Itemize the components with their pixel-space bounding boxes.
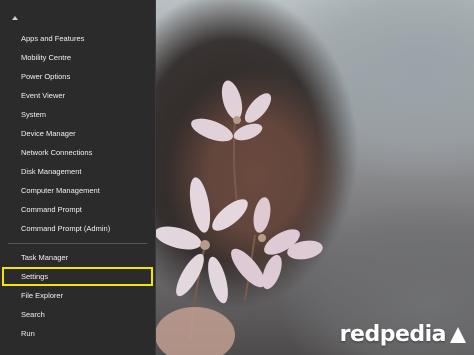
power-user-menu: Apps and Features Mobility Centre Power …: [0, 0, 156, 355]
redpedia-watermark: redpedia: [340, 322, 466, 347]
menu-group-system: Apps and Features Mobility Centre Power …: [0, 29, 155, 238]
menu-separator: [8, 243, 147, 244]
menu-item-disk-management[interactable]: Disk Management: [0, 162, 155, 181]
menu-item-apps-and-features[interactable]: Apps and Features: [0, 29, 155, 48]
menu-item-computer-management[interactable]: Computer Management: [0, 181, 155, 200]
menu-item-settings[interactable]: Settings: [2, 267, 153, 286]
watermark-logo-icon: [450, 326, 466, 343]
menu-item-network-connections[interactable]: Network Connections: [0, 143, 155, 162]
menu-item-command-prompt[interactable]: Command Prompt: [0, 200, 155, 219]
menu-item-power-options[interactable]: Power Options: [0, 67, 155, 86]
menu-item-task-manager[interactable]: Task Manager: [0, 248, 155, 267]
menu-item-command-prompt-admin[interactable]: Command Prompt (Admin): [0, 219, 155, 238]
menu-item-event-viewer[interactable]: Event Viewer: [0, 86, 155, 105]
menu-item-file-explorer[interactable]: File Explorer: [0, 286, 155, 305]
caret-up-icon: [12, 16, 18, 20]
menu-header: [0, 0, 155, 26]
watermark-text: redpedia: [339, 322, 447, 347]
menu-group-tools: Task Manager Settings File Explorer Sear…: [0, 248, 155, 343]
menu-item-system[interactable]: System: [0, 105, 155, 124]
menu-item-mobility-centre[interactable]: Mobility Centre: [0, 48, 155, 67]
menu-item-search[interactable]: Search: [0, 305, 155, 324]
menu-item-device-manager[interactable]: Device Manager: [0, 124, 155, 143]
menu-item-run[interactable]: Run: [0, 324, 155, 343]
